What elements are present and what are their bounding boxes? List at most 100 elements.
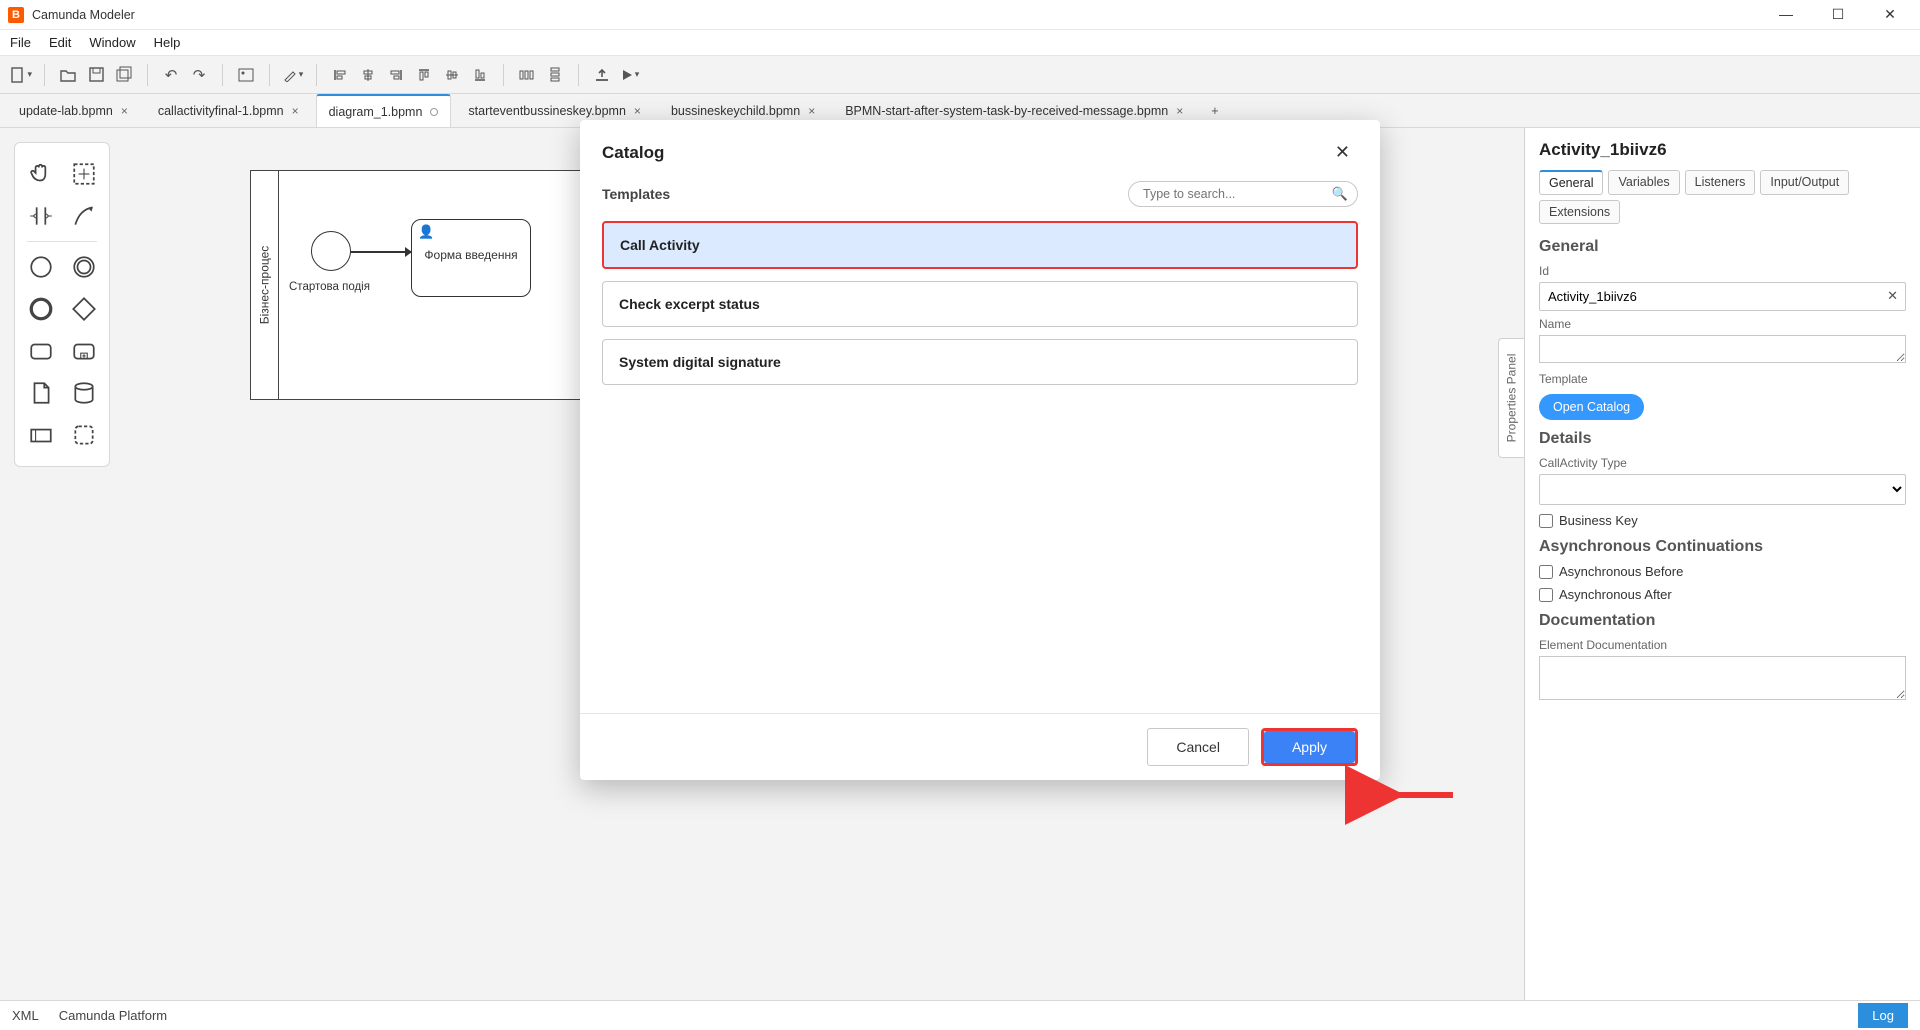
- undo-icon[interactable]: ↶: [160, 64, 182, 86]
- properties-title: Activity_1biivz6: [1539, 140, 1906, 160]
- status-xml[interactable]: XML: [12, 1008, 39, 1023]
- task-icon[interactable]: [26, 336, 56, 366]
- intermediate-event-icon[interactable]: [69, 252, 99, 282]
- run-icon[interactable]: [619, 64, 641, 86]
- tab-close-icon[interactable]: ×: [121, 104, 128, 118]
- align-right-icon[interactable]: [385, 64, 407, 86]
- save-all-icon[interactable]: [113, 64, 135, 86]
- redo-icon[interactable]: ↷: [188, 64, 210, 86]
- tab-2[interactable]: diagram_1.bpmn: [316, 94, 452, 127]
- properties-panel-toggle-label: Properties Panel: [1505, 354, 1519, 443]
- properties-panel-toggle[interactable]: Properties Panel: [1498, 338, 1524, 458]
- titlebar: B Camunda Modeler — ☐ ✕: [0, 0, 1920, 30]
- distribute-v-icon[interactable]: [544, 64, 566, 86]
- tab-3[interactable]: starteventbussineskey.bpmn ×: [455, 94, 654, 127]
- sequence-flow[interactable]: [351, 251, 411, 253]
- tab-variables[interactable]: Variables: [1608, 170, 1679, 195]
- callactivity-type-select[interactable]: [1539, 474, 1906, 505]
- data-object-icon[interactable]: [26, 378, 56, 408]
- section-general: General: [1539, 238, 1906, 256]
- async-before-checkbox[interactable]: [1539, 565, 1553, 579]
- user-task[interactable]: 👤 Форма введення: [411, 219, 531, 297]
- minimize-icon[interactable]: —: [1772, 6, 1800, 23]
- new-file-icon[interactable]: [10, 64, 32, 86]
- maximize-icon[interactable]: ☐: [1824, 6, 1852, 23]
- tab-label: callactivityfinal-1.bpmn: [158, 104, 284, 118]
- tab-4[interactable]: bussineskeychild.bpmn ×: [658, 94, 828, 127]
- tab-5[interactable]: BPMN-start-after-system-task-by-received…: [832, 94, 1196, 127]
- tab-label: BPMN-start-after-system-task-by-received…: [845, 104, 1168, 118]
- tab-close-icon[interactable]: ×: [292, 104, 299, 118]
- close-icon[interactable]: ✕: [1876, 6, 1904, 23]
- palette: [14, 142, 110, 467]
- menu-file[interactable]: File: [10, 35, 31, 50]
- menu-window[interactable]: Window: [89, 35, 135, 50]
- align-center-h-icon[interactable]: [357, 64, 379, 86]
- gateway-icon[interactable]: [69, 294, 99, 324]
- tab-general[interactable]: General: [1539, 170, 1603, 195]
- lasso-tool-icon[interactable]: [69, 159, 99, 189]
- log-button[interactable]: Log: [1858, 1003, 1908, 1028]
- save-icon[interactable]: [85, 64, 107, 86]
- data-store-icon[interactable]: [69, 378, 99, 408]
- name-field[interactable]: [1539, 335, 1906, 363]
- menubar: File Edit Window Help: [0, 30, 1920, 56]
- tab-extensions[interactable]: Extensions: [1539, 200, 1620, 224]
- open-catalog-button[interactable]: Open Catalog: [1539, 394, 1644, 420]
- tab-add[interactable]: +: [1200, 94, 1229, 127]
- menu-help[interactable]: Help: [154, 35, 181, 50]
- menu-edit[interactable]: Edit: [49, 35, 71, 50]
- align-bottom-icon[interactable]: [469, 64, 491, 86]
- canvas[interactable]: Бізнес-процес Стартова подія 👤 Форма вве…: [124, 142, 1524, 986]
- hand-tool-icon[interactable]: [26, 159, 56, 189]
- tab-close-icon[interactable]: ×: [1176, 104, 1183, 118]
- id-field[interactable]: [1539, 282, 1906, 311]
- section-async: Asynchronous Continuations: [1539, 538, 1906, 556]
- distribute-h-icon[interactable]: [516, 64, 538, 86]
- user-icon: 👤: [418, 224, 434, 240]
- tab-1[interactable]: callactivityfinal-1.bpmn ×: [145, 94, 312, 127]
- annotation-arrow-icon: [1385, 783, 1445, 807]
- async-after-checkbox[interactable]: [1539, 588, 1553, 602]
- align-top-icon[interactable]: [413, 64, 435, 86]
- end-event-icon[interactable]: [26, 294, 56, 324]
- group-icon[interactable]: [69, 420, 99, 450]
- section-documentation: Documentation: [1539, 612, 1906, 630]
- deploy-icon[interactable]: [591, 64, 613, 86]
- template-label: Template: [1539, 372, 1906, 386]
- connect-tool-icon[interactable]: [69, 201, 99, 231]
- align-center-v-icon[interactable]: [441, 64, 463, 86]
- status-platform[interactable]: Camunda Platform: [59, 1008, 167, 1023]
- window-controls: — ☐ ✕: [1772, 6, 1912, 23]
- async-before-label: Asynchronous Before: [1559, 564, 1683, 579]
- tab-input-output[interactable]: Input/Output: [1760, 170, 1849, 195]
- tab-label: bussineskeychild.bpmn: [671, 104, 800, 118]
- doc-field[interactable]: [1539, 656, 1906, 700]
- pool-icon[interactable]: [26, 420, 56, 450]
- app-title: Camunda Modeler: [32, 8, 135, 22]
- image-icon[interactable]: [235, 64, 257, 86]
- business-key-checkbox[interactable]: [1539, 514, 1553, 528]
- start-event-icon[interactable]: [26, 252, 56, 282]
- tab-listeners[interactable]: Listeners: [1685, 170, 1756, 195]
- pool-label: Бізнес-процес: [258, 246, 272, 325]
- section-details: Details: [1539, 430, 1906, 448]
- tab-close-icon[interactable]: ×: [808, 104, 815, 118]
- tab-label: starteventbussineskey.bpmn: [468, 104, 626, 118]
- app-icon: B: [8, 7, 24, 23]
- status-bar: XML Camunda Platform Log: [0, 1000, 1920, 1030]
- tab-close-icon[interactable]: ×: [634, 104, 641, 118]
- task-label: Форма введення: [418, 248, 524, 262]
- properties-panel: Activity_1biivz6 General Variables Liste…: [1524, 128, 1920, 1000]
- align-left-icon[interactable]: [329, 64, 351, 86]
- pool-header[interactable]: Бізнес-процес: [251, 171, 279, 399]
- bpmn-pool[interactable]: Бізнес-процес Стартова подія 👤 Форма вве…: [250, 170, 910, 400]
- subprocess-icon[interactable]: [69, 336, 99, 366]
- tab-dirty-icon: [430, 108, 438, 116]
- tab-0[interactable]: update-lab.bpmn×: [6, 94, 141, 127]
- start-event[interactable]: [311, 231, 351, 271]
- color-icon[interactable]: [282, 64, 304, 86]
- clear-icon[interactable]: ✕: [1887, 288, 1898, 304]
- space-tool-icon[interactable]: [26, 201, 56, 231]
- open-icon[interactable]: [57, 64, 79, 86]
